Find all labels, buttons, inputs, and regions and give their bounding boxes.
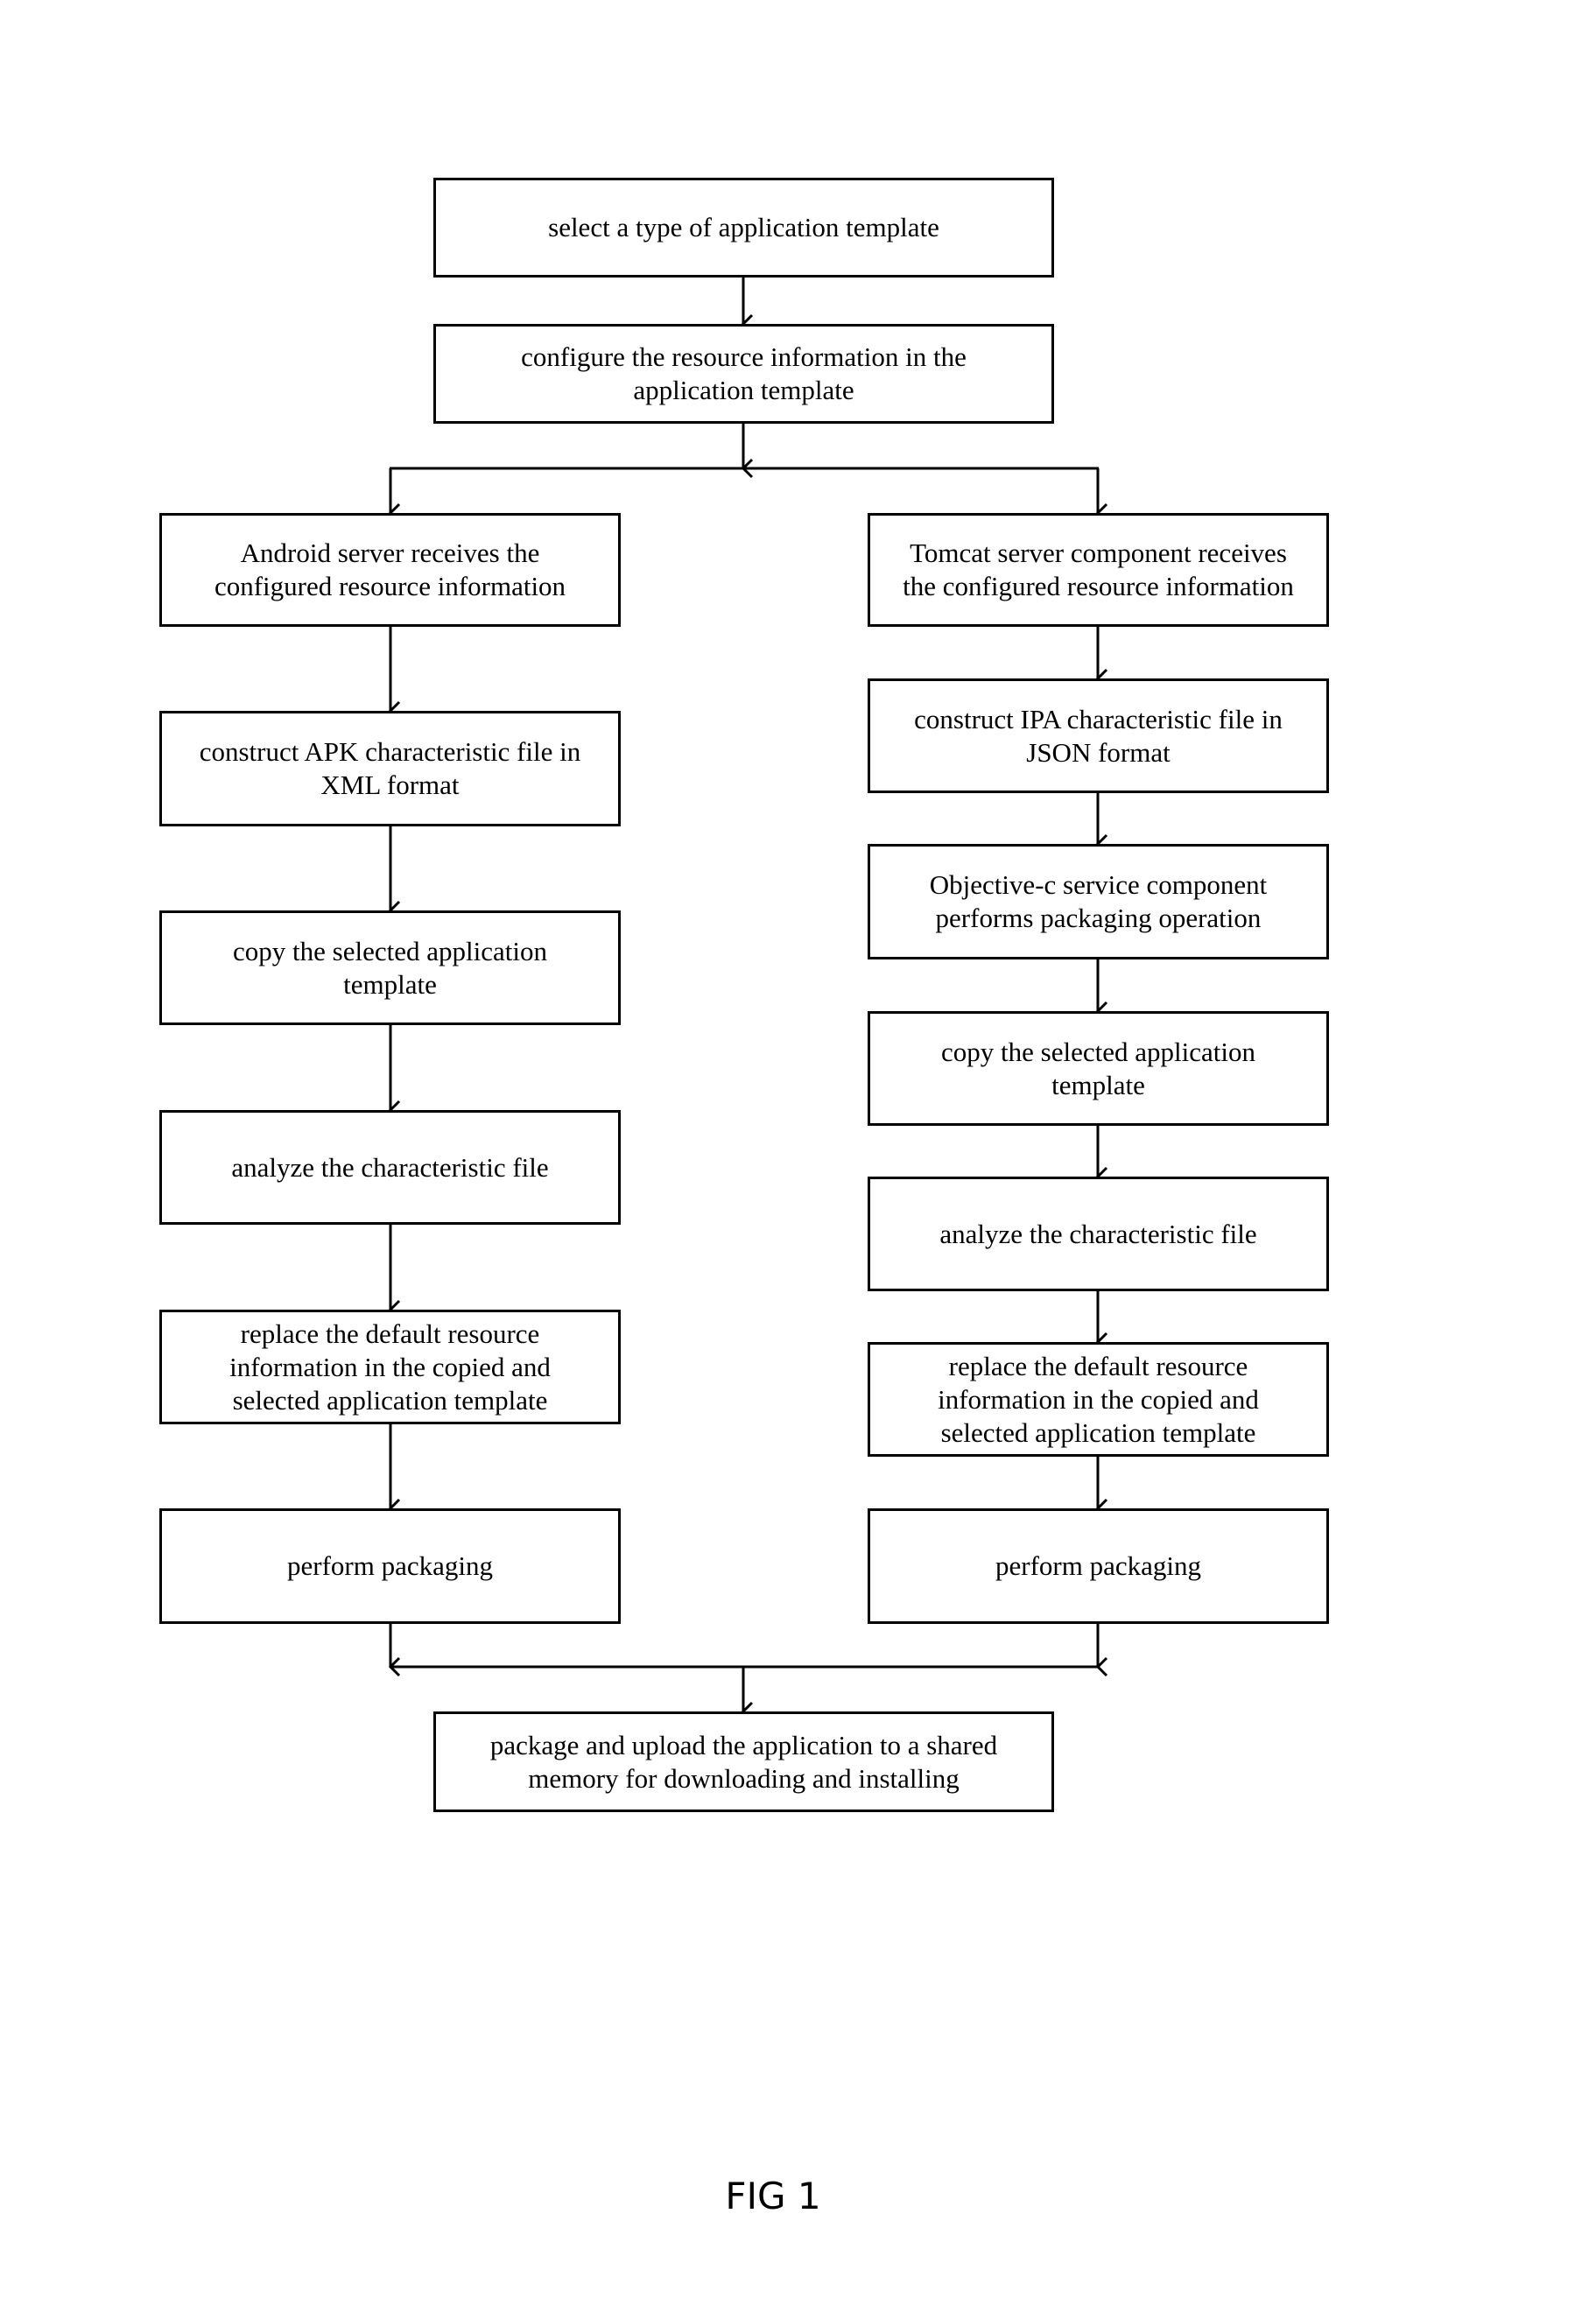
step-text: Objective-c service component performs p… xyxy=(929,869,1268,933)
step-text: select a type of application template xyxy=(548,212,939,242)
step-android-analyze: analyze the characteristic file xyxy=(159,1110,621,1225)
step-text: package and upload the application to a … xyxy=(489,1729,998,1794)
step-text: Android server receives the configured r… xyxy=(214,538,566,601)
step-tomcat-receive: Tomcat server component receives the con… xyxy=(868,513,1329,627)
step-ios-replace: replace the default resource information… xyxy=(868,1342,1329,1457)
step-text: Tomcat server component receives the con… xyxy=(903,538,1294,601)
step-text: copy the selected application template xyxy=(941,1036,1255,1100)
step-text: construct APK characteristic file in XML… xyxy=(199,736,581,800)
step-android-construct-apk: construct APK characteristic file in XML… xyxy=(159,711,621,826)
step-objc-packaging: Objective-c service component performs p… xyxy=(868,844,1329,959)
step-text: configure the resource information in th… xyxy=(521,341,967,405)
step-text: analyze the characteristic file xyxy=(939,1218,1257,1249)
step-ios-construct-ipa: construct IPA characteristic file in JSO… xyxy=(868,678,1329,793)
step-text: copy the selected application template xyxy=(233,935,547,1000)
step-ios-analyze: analyze the characteristic file xyxy=(868,1177,1329,1291)
step-ios-copy-template: copy the selected application template xyxy=(868,1011,1329,1126)
figure-label: FIG 1 xyxy=(725,2175,821,2217)
step-android-replace: replace the default resource information… xyxy=(159,1310,621,1424)
step-upload-shared-memory: package and upload the application to a … xyxy=(433,1711,1054,1812)
step-text: construct IPA characteristic file in JSO… xyxy=(914,703,1283,768)
step-android-package: perform packaging xyxy=(159,1508,621,1624)
step-text: perform packaging xyxy=(287,1550,493,1581)
step-select-template: select a type of application template xyxy=(433,178,1054,278)
step-text: replace the default resource information… xyxy=(229,1318,551,1416)
step-android-receive: Android server receives the configured r… xyxy=(159,513,621,627)
step-configure-resources: configure the resource information in th… xyxy=(433,324,1054,424)
step-ios-package: perform packaging xyxy=(868,1508,1329,1624)
step-text: perform packaging xyxy=(995,1550,1201,1581)
step-text: analyze the characteristic file xyxy=(231,1151,549,1183)
step-android-copy-template: copy the selected application template xyxy=(159,910,621,1025)
step-text: replace the default resource information… xyxy=(938,1350,1259,1448)
